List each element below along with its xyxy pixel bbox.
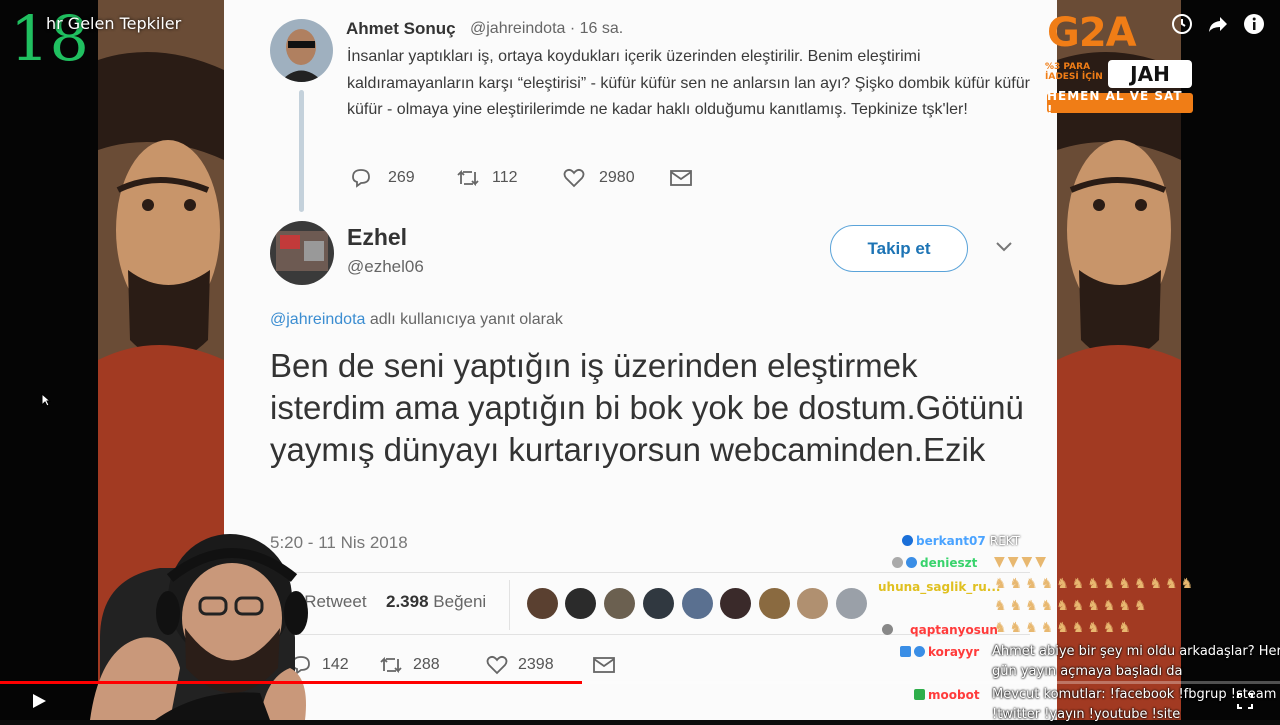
tweet2-body: Ben de seni yaptığın iş üzerinden eleşti…	[270, 347, 1024, 468]
chat-badge-icon	[906, 557, 917, 568]
chat-badge-icon	[902, 535, 913, 546]
chat-overlay: berkant07 REKT denieszt ▼▼▼▼ uhuna_sagli…	[878, 510, 1280, 722]
tweet2-author-name[interactable]: Ezhel	[347, 224, 407, 251]
chat-text: Ahmet abiye bir şey mi oldu arkadaşlar? …	[992, 644, 1280, 679]
tweet1-reply-button[interactable]: 269	[350, 168, 415, 188]
chat-badge-icon	[882, 624, 893, 635]
info-icon[interactable]	[1242, 12, 1266, 40]
streamer-webcam	[60, 518, 340, 720]
tweet2-handle[interactable]: @ezhel06	[347, 257, 424, 277]
chat-message: uhuna_saglik_ru...	[878, 580, 1000, 594]
tweet2-avatar	[270, 221, 334, 285]
liker-avatar[interactable]	[527, 588, 558, 619]
chat-username: uhuna_saglik_ru...	[878, 580, 1001, 594]
chat-message: berkant07 REKT	[902, 534, 1020, 548]
chat-username: moobot	[928, 688, 980, 702]
reply-context-text: adlı kullanıcıya yanıt olarak	[365, 311, 563, 328]
like-stat-count: 2.398	[386, 592, 429, 611]
liker-avatar[interactable]	[720, 588, 751, 619]
chat-message: denieszt	[892, 556, 977, 570]
chat-message: moobot	[914, 688, 980, 702]
play-icon[interactable]	[30, 692, 48, 714]
retweet-icon	[456, 168, 480, 188]
tweet2-like-stat[interactable]: 2.398 Beğeni	[386, 592, 486, 612]
liker-avatar[interactable]	[759, 588, 790, 619]
sponsor-logo: G2A	[1047, 10, 1137, 56]
chat-emotes: ♞♞♞♞♞♞♞♞♞♞	[994, 598, 1150, 614]
envelope-icon	[593, 656, 615, 674]
tweet2-dm-button[interactable]	[593, 656, 615, 674]
chat-badge-icon	[892, 557, 903, 568]
chat-message: korayyr	[900, 645, 979, 659]
chat-emotes: ▼▼▼▼	[994, 554, 1050, 570]
follow-button[interactable]: Takip et	[830, 225, 968, 272]
tweet2-like-button[interactable]: 2398	[486, 655, 554, 675]
retweet-icon	[379, 655, 403, 675]
chat-username: denieszt	[920, 556, 978, 570]
chat-badge-icon	[914, 646, 925, 657]
chat-text: REKT	[989, 534, 1021, 548]
chat-badge-icon	[914, 689, 925, 700]
chat-message: qaptanyosun	[882, 623, 998, 637]
liker-avatar[interactable]	[797, 588, 828, 619]
tweet1-avatar	[270, 19, 333, 82]
heart-icon	[563, 168, 585, 188]
chat-username: korayyr	[928, 645, 980, 659]
thread-connector	[299, 90, 304, 212]
tweet1-like-button[interactable]: 2980	[563, 168, 635, 188]
tweet1-reply-count: 269	[388, 169, 415, 186]
tweet1-dm-button[interactable]	[670, 169, 692, 187]
chevron-down-icon[interactable]	[995, 240, 1013, 258]
heart-icon	[486, 655, 508, 675]
chat-username: berkant07	[916, 534, 986, 548]
liker-avatar[interactable]	[565, 588, 596, 619]
chat-username: qaptanyosun	[910, 623, 998, 637]
liker-avatar[interactable]	[836, 588, 867, 619]
tweet1-like-count: 2980	[599, 169, 635, 186]
sponsor-cta: HEMEN AL VE SAT !	[1047, 89, 1193, 117]
sponsor-small-text: %3 PARA İADESİ İÇİN	[1045, 62, 1103, 82]
tweet1-retweet-button[interactable]: 112	[456, 168, 518, 188]
video-title[interactable]: hr Gelen Tepkiler	[46, 14, 181, 33]
sponsor-banner[interactable]: G2A %3 PARA İADESİ İÇİN JAH HEMEN AL VE …	[1045, 10, 1195, 117]
tweet2-like-count: 2398	[518, 656, 554, 673]
liker-avatar[interactable]	[643, 588, 674, 619]
mouse-cursor-icon	[41, 392, 52, 411]
chat-badge-icon	[900, 646, 911, 657]
reply-icon	[350, 168, 372, 188]
tweet1-handle-time: @jahreindota · 16 sa.	[470, 20, 624, 37]
reply-mention-link[interactable]: @jahreindota	[270, 311, 365, 328]
fullscreen-icon[interactable]	[1236, 692, 1254, 714]
divider	[509, 580, 510, 630]
envelope-icon	[670, 169, 692, 187]
liker-avatar[interactable]	[682, 588, 713, 619]
chat-emotes: ♞♞♞♞♞♞♞♞♞♞♞♞♞	[994, 576, 1197, 592]
progress-fill[interactable]	[0, 681, 583, 684]
reply-context: @jahreindota adlı kullanıcıya yanıt olar…	[270, 311, 563, 329]
share-icon[interactable]	[1206, 12, 1230, 40]
tweet1-body: İnsanlar yaptıkları iş, ortaya koyduklar…	[347, 48, 1030, 118]
tweet2-retweet-count: 288	[413, 656, 440, 673]
tweet1-retweet-count: 112	[492, 169, 518, 186]
like-stat-label: Beğeni	[428, 592, 487, 611]
tweet2-retweet-button[interactable]: 288	[379, 655, 440, 675]
liker-avatar[interactable]	[604, 588, 635, 619]
sponsor-tag: JAH	[1108, 60, 1192, 88]
chat-emotes: ♞♞♞♞♞♞♞♞♞	[994, 620, 1134, 636]
tweet1-author-name[interactable]: Ahmet Sonuç	[346, 19, 456, 39]
